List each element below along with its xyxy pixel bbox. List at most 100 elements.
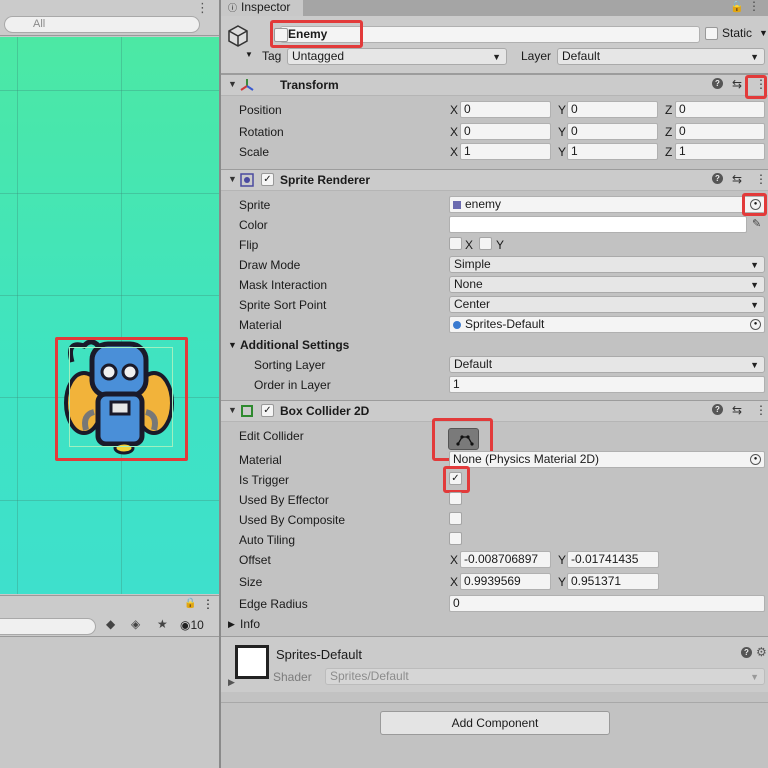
sprite-renderer-enabled-checkbox[interactable]: ✓ <box>261 173 274 186</box>
label-icon[interactable]: ◈ <box>131 617 140 631</box>
presets-icon[interactable]: ⇆ <box>732 77 742 91</box>
sprite-highlight-box <box>55 337 188 461</box>
help-icon[interactable]: ? <box>712 78 723 89</box>
project-menu-icon[interactable]: ⋮ <box>202 597 214 611</box>
inspector-menu-icon[interactable]: ⋮ <box>748 0 760 13</box>
help-icon[interactable]: ? <box>741 647 752 658</box>
position-x-field[interactable]: 0 <box>460 101 551 118</box>
inspector-tabbar: ⓘ Inspector 🔒 ⋮ <box>221 0 768 16</box>
lock-icon[interactable]: 🔒 <box>730 0 744 13</box>
presets-icon[interactable]: ⇆ <box>732 172 742 186</box>
favorite-star-icon[interactable]: ★ <box>157 617 168 631</box>
sprite-object-field[interactable]: enemy ● <box>449 196 765 213</box>
info-label[interactable]: Info <box>240 617 260 631</box>
rotation-label: Rotation <box>239 125 284 139</box>
used-by-composite-checkbox[interactable] <box>449 512 462 525</box>
project-body <box>0 637 219 768</box>
object-picker-icon[interactable]: ● <box>750 319 761 330</box>
scene-search-input[interactable]: All <box>4 16 200 33</box>
scale-label: Scale <box>239 145 270 159</box>
color-label: Color <box>239 218 268 232</box>
rotation-z-field[interactable]: 0 <box>675 123 765 140</box>
eyedropper-icon[interactable]: ✎ <box>752 217 761 230</box>
sprite-asset-icon <box>453 201 461 209</box>
box-collider-header[interactable]: ▼ ✓ Box Collider 2D ? ⇆ ⋮ <box>221 400 768 422</box>
axis-x-label: X <box>450 553 459 567</box>
scene-menu-icon[interactable]: ⋮ <box>196 0 209 16</box>
axis-x-label: X <box>450 575 459 589</box>
draw-mode-dropdown[interactable]: Simple ▼ <box>449 256 765 273</box>
tag-value: Untagged <box>292 49 345 63</box>
foldout-arrow-icon[interactable]: ▼ <box>228 405 237 415</box>
used-by-effector-label: Used By Effector <box>239 493 329 507</box>
edge-radius-label: Edge Radius <box>239 597 308 611</box>
help-icon[interactable]: ? <box>712 404 723 415</box>
material-sphere-icon <box>453 321 461 329</box>
color-swatch-field[interactable] <box>449 216 747 233</box>
tag-dropdown[interactable]: Untagged ▼ <box>287 48 507 65</box>
grid-line <box>17 37 18 594</box>
hidden-packages-count[interactable]: ◉10 <box>180 618 204 632</box>
sprite-material-field[interactable]: Sprites-Default ● <box>449 316 765 333</box>
used-by-effector-checkbox[interactable] <box>449 492 462 505</box>
tab-inspector-label: Inspector <box>241 0 291 14</box>
rotation-y-field[interactable]: 0 <box>567 123 658 140</box>
help-icon[interactable]: ? <box>712 173 723 184</box>
position-z-field[interactable]: 0 <box>675 101 765 118</box>
position-y-field[interactable]: 0 <box>567 101 658 118</box>
shader-dropdown[interactable]: Sprites/Default ▼ <box>325 668 765 685</box>
foldout-arrow-icon[interactable]: ▶ <box>228 677 235 688</box>
size-x-field[interactable]: 0.9939569 <box>460 573 551 590</box>
add-component-button[interactable]: Add Component <box>380 711 610 735</box>
scale-y-field[interactable]: 1 <box>567 143 658 160</box>
offset-x-field[interactable]: -0.008706897 <box>460 551 551 568</box>
project-search-input[interactable] <box>0 618 96 635</box>
component-menu-icon[interactable]: ⋮ <box>755 403 767 417</box>
box-collider-enabled-checkbox[interactable]: ✓ <box>261 404 274 417</box>
layer-dropdown[interactable]: Default ▼ <box>557 48 765 65</box>
rotation-x-field[interactable]: 0 <box>460 123 551 140</box>
sorting-layer-dropdown[interactable]: Default ▼ <box>449 356 765 373</box>
is-trigger-highlight <box>443 466 470 493</box>
gear-icon[interactable]: ⚙ <box>756 645 767 659</box>
filter-type-icon[interactable]: ◆ <box>106 617 115 631</box>
additional-settings-label[interactable]: Additional Settings <box>240 338 349 352</box>
mask-interaction-dropdown[interactable]: None ▼ <box>449 276 765 293</box>
auto-tiling-checkbox[interactable] <box>449 532 462 545</box>
scene-view[interactable] <box>0 37 219 594</box>
shader-label: Shader <box>273 670 312 684</box>
offset-y-field[interactable]: -0.01741435 <box>567 551 659 568</box>
flip-x-label: X <box>465 238 474 252</box>
object-picker-icon[interactable]: ● <box>750 454 761 465</box>
order-in-layer-field[interactable]: 1 <box>449 376 765 393</box>
collider-material-field[interactable]: None (Physics Material 2D) ● <box>449 451 765 468</box>
flip-x-checkbox[interactable] <box>449 237 462 250</box>
transform-header[interactable]: ▼ Transform ? ⇆ ⋮ <box>221 74 768 96</box>
presets-icon[interactable]: ⇆ <box>732 403 742 417</box>
foldout-arrow-icon[interactable]: ▼ <box>228 174 237 184</box>
scale-x-field[interactable]: 1 <box>460 143 551 160</box>
sprite-renderer-header[interactable]: ▼ ✓ Sprite Renderer ? ⇆ ⋮ <box>221 169 768 191</box>
foldout-arrow-icon[interactable]: ▼ <box>228 79 237 89</box>
transform-menu-highlight <box>745 75 767 99</box>
size-y-field[interactable]: 0.951371 <box>567 573 659 590</box>
static-checkbox[interactable] <box>705 27 718 40</box>
sort-point-dropdown[interactable]: Center ▼ <box>449 296 765 313</box>
box-collider-title: Box Collider 2D <box>280 404 370 418</box>
grid-line <box>0 193 219 194</box>
order-in-layer-label: Order in Layer <box>254 378 331 392</box>
chevron-down-icon: ▼ <box>750 52 759 62</box>
info-icon: ⓘ <box>228 3 238 13</box>
lock-icon[interactable]: 🔒 <box>184 598 196 609</box>
scale-z-field[interactable]: 1 <box>675 143 765 160</box>
foldout-arrow-icon[interactable]: ▶ <box>228 619 235 630</box>
edge-radius-field[interactable]: 0 <box>449 595 765 612</box>
component-menu-icon[interactable]: ⋮ <box>755 172 767 186</box>
tab-inspector[interactable]: ⓘ Inspector <box>221 0 303 16</box>
static-dropdown-arrow[interactable]: ▼ <box>759 28 768 38</box>
flip-y-checkbox[interactable] <box>479 237 492 250</box>
hidden-count-value: 10 <box>190 618 204 632</box>
icon-dropdown-arrow[interactable]: ▼ <box>245 50 253 59</box>
foldout-arrow-icon[interactable]: ▼ <box>228 340 237 350</box>
material-swatch[interactable] <box>235 645 269 679</box>
